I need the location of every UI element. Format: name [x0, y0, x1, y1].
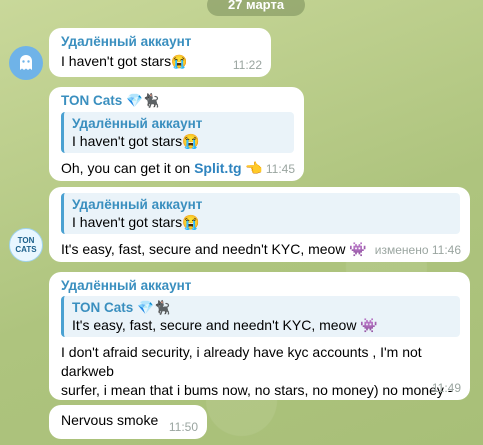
reply-quote[interactable]: TON Cats 💎🐈‍⬛ It's easy, fast, secure an…	[61, 296, 460, 337]
pointing-hand-emoji: 👈	[241, 160, 263, 176]
date-separator: 27 марта	[207, 0, 305, 16]
crying-emoji: 😭	[182, 214, 200, 230]
message-text: Oh, you can get it on Split.tg 👈	[61, 160, 263, 176]
quote-sender: Удалённый аккаунт	[72, 197, 203, 212]
message-time: 11:50	[168, 420, 198, 434]
edited-label: изменено	[374, 243, 429, 257]
sender-badges-icon: 💎🐈‍⬛	[126, 93, 160, 108]
reply-quote[interactable]: Удалённый аккаунт I haven't got stars😭	[61, 112, 294, 153]
quote-text: It's easy, fast, secure and needn't KYC,…	[72, 317, 378, 333]
message-time: 11:45	[265, 162, 295, 176]
message-time: 11:49	[431, 381, 461, 395]
quote-sender: Удалённый аккаунт	[72, 116, 203, 131]
alien-monster-emoji: 👾	[360, 317, 378, 333]
message-time: изменено 11:46	[374, 243, 461, 257]
message-text: I haven't got stars😭	[61, 53, 188, 69]
message-text-line: I don't afraid security, i already have …	[61, 344, 422, 379]
alien-monster-emoji: 👾	[349, 241, 367, 257]
crying-emoji: 😭	[182, 133, 200, 149]
reply-quote[interactable]: Удалённый аккаунт I haven't got stars😭	[61, 193, 460, 234]
sender-name[interactable]: Удалённый аккаунт	[61, 34, 261, 49]
quote-text: I haven't got stars😭	[72, 133, 200, 149]
message-bubble[interactable]: Удалённый аккаунт TON Cats 💎🐈‍⬛ It's eas…	[49, 272, 470, 436]
message-bubble[interactable]: Удалённый аккаунт I haven't got stars😭 1…	[49, 28, 271, 77]
sender-name[interactable]: Удалённый аккаунт	[61, 278, 460, 293]
avatar-deleted-account[interactable]	[9, 46, 43, 80]
crying-emoji: 😭	[171, 54, 188, 69]
quote-sender: TON Cats 💎🐈‍⬛	[72, 300, 171, 315]
sender-name[interactable]: TON Cats 💎🐈‍⬛	[61, 93, 294, 109]
message-bubble[interactable]: Удалённый аккаунт I haven't got stars😭 I…	[49, 187, 470, 262]
message-bubble[interactable]: Nervous smoke 11:50	[49, 405, 207, 439]
ghost-icon	[20, 55, 32, 70]
message-bubble[interactable]: TON Cats 💎🐈‍⬛ Удалённый аккаунт I haven'…	[49, 87, 304, 181]
message-time: 11:22	[232, 58, 262, 72]
ton-cats-logo-icon: TON CATS	[15, 236, 37, 254]
sender-badges-icon: 💎🐈‍⬛	[137, 300, 171, 315]
split-tg-link[interactable]: Split.tg	[194, 160, 241, 176]
avatar-ton-cats[interactable]: TON CATS	[9, 228, 43, 262]
quote-text: I haven't got stars😭	[72, 214, 200, 230]
